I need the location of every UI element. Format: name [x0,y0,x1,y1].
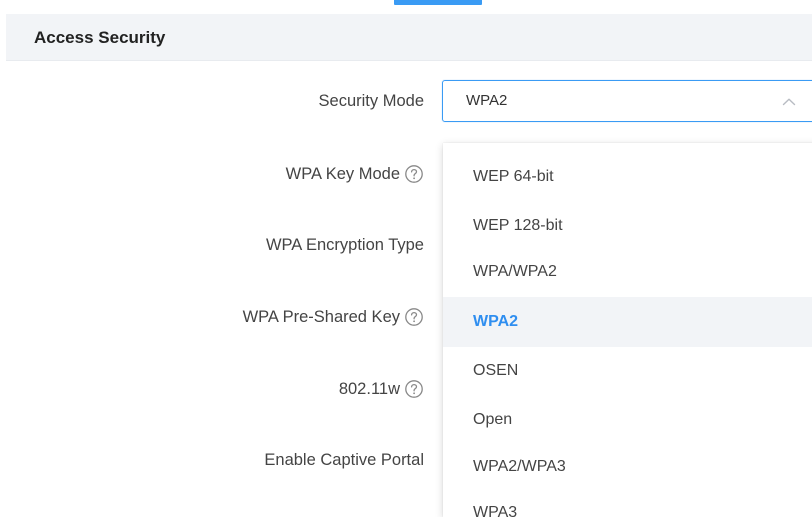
active-tab-indicator [394,0,482,5]
dropdown-option-wpa-wpa2[interactable]: WPA/WPA2 [443,247,812,297]
enable-captive-portal-label: Enable Captive Portal [264,451,424,470]
wpa-encryption-type-label: WPA Encryption Type [266,236,424,255]
help-icon[interactable] [404,307,424,327]
dropdown-option-label: WEP 64-bit [473,168,554,185]
security-mode-select-value: WPA2 [466,92,508,109]
dropdown-option-wpa2[interactable]: WPA2 [443,297,812,347]
wpa-pre-shared-key-label: WPA Pre-Shared Key [243,307,424,327]
help-icon[interactable] [404,164,424,184]
dropdown-option-label: WPA/WPA2 [473,263,557,280]
section-header: Access Security [6,14,812,61]
dropdown-option-label: Open [473,411,513,428]
dropdown-option-label: OSEN [473,362,519,379]
wpa-encryption-type-label-text: WPA Encryption Type [265,236,424,254]
security-mode-select[interactable]: WPA2 [442,80,812,122]
dropdown-option-wep-64[interactable]: WEP 64-bit [443,152,812,202]
dropdown-option-open[interactable]: Open [443,395,812,445]
dropdown-option-osen[interactable]: OSEN [443,346,812,396]
dropdown-option-wep-128[interactable]: WEP 128-bit [443,201,812,251]
dot11w-label: 802.11w [339,379,424,399]
help-icon[interactable] [404,379,424,399]
dropdown-option-label: WPA2/WPA3 [473,458,566,475]
wpa-key-mode-label-text: WPA Key Mode [285,164,400,183]
dropdown-option-label: WPA2 [473,313,519,330]
enable-captive-portal-label-text: Enable Captive Portal [264,451,424,469]
wpa-pre-shared-key-label-text: WPA Pre-Shared Key [242,307,400,326]
wpa-key-mode-label: WPA Key Mode [286,164,424,184]
dropdown-option-wpa3[interactable]: WPA3 [443,488,812,517]
dropdown-option-label: WEP 128-bit [473,217,563,234]
section-title: Access Security [34,28,166,47]
security-mode-dropdown: WEP 64-bit WEP 128-bit WPA/WPA2 WPA2 OSE… [443,143,812,517]
dot11w-label-text: 802.11w [338,379,400,398]
security-mode-label-text: Security Mode [318,92,424,110]
dropdown-option-wpa2-wpa3[interactable]: WPA2/WPA3 [443,442,812,492]
chevron-up-icon [781,94,797,110]
security-mode-label: Security Mode [319,92,424,111]
dropdown-option-label: WPA3 [473,504,518,517]
